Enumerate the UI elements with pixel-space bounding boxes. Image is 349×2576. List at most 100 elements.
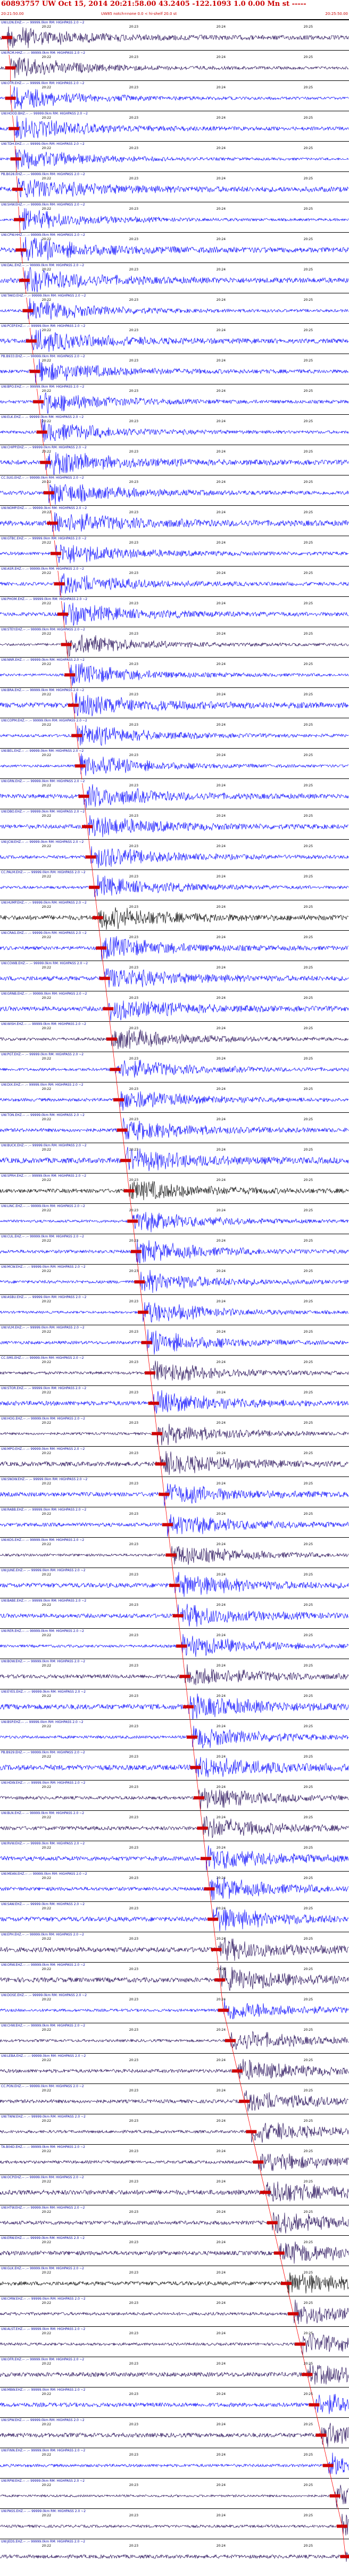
trace-row: UW.CMW.EHZ.-- .-- 99999.0km RM: HIGHPASS…	[0, 2296, 349, 2326]
waveform	[0, 1390, 349, 1414]
time-tick-label: 20:24	[216, 420, 226, 423]
time-tick-label: 20:22	[41, 2180, 52, 2184]
time-tick-label: 20:24	[216, 1300, 226, 1303]
trace-label: UW.DBO.EHZ.-- .-- 99999.0km RM: HIGHPASS…	[1, 810, 85, 814]
time-tick-label: 20:25	[303, 1239, 313, 1243]
waveform	[0, 392, 349, 414]
time-tick-label: 20:24	[216, 1694, 226, 1698]
phase-pick-marker	[239, 2099, 250, 2103]
waveform-line	[0, 1937, 349, 1961]
time-tick-label: 20:22	[41, 632, 52, 636]
phase-pick-marker	[152, 1432, 163, 1435]
trace-label: PB.B929.EHZ.-- .-- 99999.0km RM: HIGHPAS…	[1, 1751, 85, 1754]
waveform	[0, 329, 349, 352]
time-tick-label: 20:23	[129, 2301, 139, 2305]
time-tick-label: 20:24	[216, 1725, 226, 1728]
trace-row: UW.GRN.EHZ.-- .-- 99999.0km RM: HIGHPASS…	[0, 778, 349, 809]
phase-pick-marker	[162, 1523, 173, 1527]
phase-pick-marker	[36, 430, 47, 434]
waveform-line	[0, 1514, 349, 1537]
time-tick-label: 20:23	[129, 1664, 139, 1668]
trace-row: UW.GLK.EHZ.-- .-- 99999.0km RM: HIGHPASS…	[0, 2266, 349, 2296]
time-tick-label: 20:24	[216, 996, 226, 1000]
phase-pick-marker	[64, 673, 76, 677]
time-tick-label: 20:22	[41, 2089, 52, 2093]
trace-row: UW.PASS.EHZ.-- .-- 99999.0km RM: HIGHPAS…	[0, 2508, 349, 2539]
time-tick-label: 20:24	[216, 2423, 226, 2426]
waveform	[0, 2122, 349, 2143]
trace-label: UW.MEAN.EHZ.-- .-- 99999.0km RM: HIGHPAS…	[1, 1872, 87, 1876]
time-tick-label: 20:25	[303, 2514, 313, 2517]
waveform	[0, 178, 349, 198]
time-tick-label: 20:25	[303, 480, 313, 484]
trace-label: UW.RER.EHZ.-- .-- 99999.0km RM: HIGHPASS…	[1, 1629, 84, 1633]
time-tick-label: 20:22	[41, 2301, 52, 2305]
time-tick-label: 20:24	[216, 966, 226, 970]
time-tick-label: 20:24	[216, 2332, 226, 2335]
time-tick-label: 20:25	[303, 2028, 313, 2032]
phase-pick-marker	[33, 400, 44, 404]
waveform	[0, 2031, 349, 2050]
waveform-line	[0, 116, 349, 140]
phase-pick-marker	[302, 2373, 313, 2376]
waveform-line	[0, 1999, 349, 2020]
trace-label: UW.GLK.EHZ.-- .-- 99999.0km RM: HIGHPASS…	[1, 2267, 84, 2270]
time-tick-label: 20:23	[129, 1330, 139, 1334]
time-tick-label: 20:22	[41, 2058, 52, 2062]
trace-row: UW.TWW.EHZ.-- .-- 99999.0km RM: HIGHPASS…	[0, 2114, 349, 2144]
time-tick-label: 20:23	[129, 2058, 139, 2062]
time-tick-label: 20:22	[41, 814, 52, 818]
waveform-line	[0, 329, 349, 352]
trace-row: UW.BEL.EHZ.-- .-- 99999.0km RM: HIGHPASS…	[0, 748, 349, 778]
time-tick-label: 20:22	[41, 2332, 52, 2335]
time-tick-label: 20:23	[129, 207, 139, 211]
time-tick-label: 20:25	[303, 1846, 313, 1850]
waveform-line	[0, 1757, 349, 1778]
waveform	[0, 1907, 349, 1932]
waveform	[0, 149, 349, 170]
trace-label: UW.NNR.EHZ.-- .-- 99999.0km RM: HIGHPASS…	[1, 658, 85, 662]
time-tick-label: 20:25	[303, 1543, 313, 1546]
waveform-line	[0, 1000, 349, 1021]
trace-row: UW.HTW.EHZ.-- .-- 99999.0km RM: HIGHPASS…	[0, 2205, 349, 2235]
time-tick-label: 20:22	[41, 1603, 52, 1607]
time-tick-label: 20:24	[216, 1330, 226, 1334]
time-tick-label: 20:25	[303, 329, 313, 332]
time-tick-label: 20:24	[216, 905, 226, 909]
trace-row: UW.HDW.EHZ.-- .-- 99999.0km RM: HIGHPASS…	[0, 1780, 349, 1810]
time-tick-label: 20:24	[216, 1846, 226, 1850]
time-tick-label: 20:23	[129, 2241, 139, 2244]
time-tick-label: 20:22	[41, 1846, 52, 1850]
time-tick-label: 20:23	[129, 1482, 139, 1486]
time-tick-label: 20:25	[303, 1967, 313, 1971]
trace-label: UW.STOR.EHZ.-- .-- 99999.0km RM: HIGHPAS…	[1, 1387, 87, 1390]
time-tick-label: 20:23	[129, 1694, 139, 1698]
trace-row: UW.DBO.EHZ.-- .-- 99999.0km RM: HIGHPASS…	[0, 809, 349, 839]
time-tick-label: 20:22	[41, 116, 52, 120]
time-tick-label: 20:22	[41, 1421, 52, 1425]
time-tick-label: 20:23	[129, 2089, 139, 2093]
waveform	[0, 116, 349, 140]
trace-label: UW.RPW.EHZ.-- .-- 99999.0km RM: HIGHPASS…	[1, 2479, 85, 2483]
waveform	[0, 1483, 349, 1507]
time-tick-label: 20:22	[41, 329, 52, 332]
phase-pick-marker	[130, 1250, 142, 1253]
trace-row: UW.GRNB.EHZ.-- .-- 99999.0km RM: HIGHPAS…	[0, 991, 349, 1021]
trace-label: UW.ORW.EHZ.-- .-- 99999.0km RM: HIGHPASS…	[1, 1963, 85, 1967]
time-tick-label: 20:25	[303, 2241, 313, 2244]
trace-row: UW.MCW.EHZ.-- .-- 99999.0km RM: HIGHPASS…	[0, 1264, 349, 1294]
trace-row: UW.SPW.EHZ.-- .-- 99999.0km RM: HIGHPASS…	[0, 2417, 349, 2448]
time-tick-label: 20:22	[41, 1543, 52, 1546]
trace-row: UW.BABE.EHZ.-- .-- 99999.0km RM: HIGHPAS…	[0, 1598, 349, 1628]
trace-label: UW.EPH.EHZ.-- .-- 99999.0km RM: HIGHPASS…	[1, 1933, 84, 1937]
time-tick-label: 20:25	[303, 905, 313, 909]
trace-label: CC.SUG.EHZ.-- .-- 99999.0km RM: HIGHPASS…	[1, 476, 84, 480]
phase-pick-marker	[253, 2160, 264, 2164]
time-tick-label: 20:22	[41, 2514, 52, 2517]
phase-pick-marker	[295, 2342, 306, 2346]
waveform-line	[0, 968, 349, 988]
time-tick-label: 20:22	[41, 1634, 52, 1637]
time-tick-label: 20:24	[216, 632, 226, 636]
trace-label: UW.ASBU.EHZ.-- .-- 99999.0km RM: HIGHPAS…	[1, 1295, 87, 1299]
time-tick-label: 20:22	[41, 268, 52, 272]
